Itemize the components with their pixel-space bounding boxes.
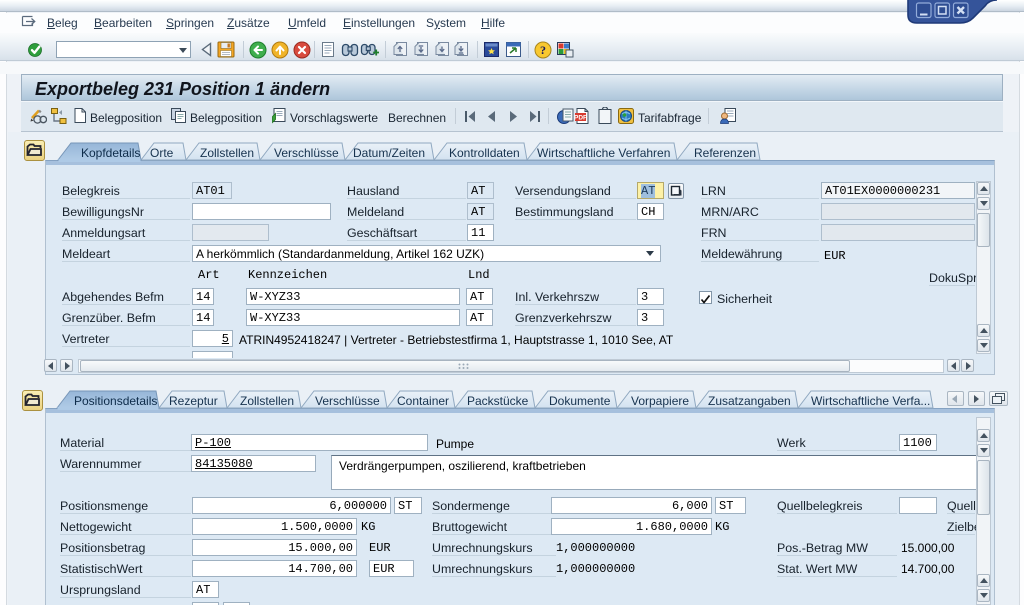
svg-text:Verschlüsse: Verschlüsse — [274, 146, 339, 160]
svg-text:Container: Container — [397, 394, 449, 408]
svg-text:Rezeptur: Rezeptur — [169, 394, 218, 408]
svg-text:Kontrolldaten: Kontrolldaten — [449, 146, 520, 160]
svg-text:Packstücke: Packstücke — [467, 394, 529, 408]
svg-text:PDF: PDF — [574, 115, 587, 122]
svg-text:?: ? — [540, 43, 546, 57]
svg-text:Vorpapiere: Vorpapiere — [631, 394, 689, 408]
svg-text:Datum/Zeiten: Datum/Zeiten — [353, 146, 425, 160]
svg-text:Zollstellen: Zollstellen — [200, 146, 254, 160]
svg-text:Orte: Orte — [150, 146, 174, 160]
svg-text:Positionsdetails: Positionsdetails — [74, 394, 157, 408]
svg-text:Zollstellen: Zollstellen — [240, 394, 294, 408]
svg-text:Dokumente: Dokumente — [549, 394, 611, 408]
svg-text:Verschlüsse: Verschlüsse — [315, 394, 380, 408]
svg-text:Zusatzangaben: Zusatzangaben — [708, 394, 791, 408]
svg-text:Referenzen: Referenzen — [694, 146, 756, 160]
svg-text:Wirtschaftliche Verfa...: Wirtschaftliche Verfa... — [811, 394, 930, 408]
svg-text:Wirtschaftliche Verfahren: Wirtschaftliche Verfahren — [537, 146, 670, 160]
svg-text:Kopfdetails: Kopfdetails — [81, 146, 140, 160]
